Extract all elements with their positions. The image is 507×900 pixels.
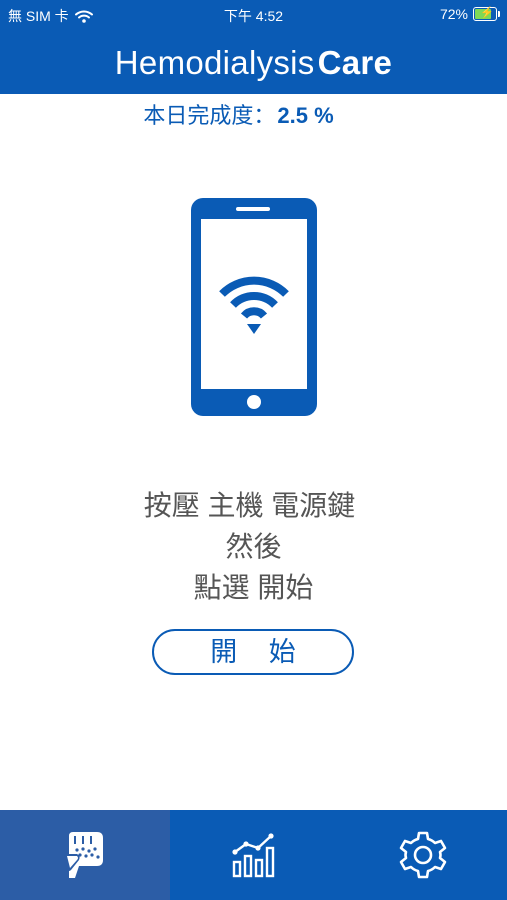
title-bold: Care	[317, 44, 393, 81]
instruction-line-1: 按壓 主機 電源鍵	[143, 490, 356, 521]
daily-progress: 本日完成度：2.5 %	[0, 98, 477, 130]
title-regular: Hemodialysis	[114, 44, 315, 81]
progress-value: 2.5 %	[277, 103, 334, 128]
instruction-line-2: 然後	[225, 531, 282, 562]
tab-settings[interactable]	[338, 810, 507, 900]
start-button[interactable]: 開 始	[152, 629, 354, 675]
instructions: 按壓 主機 電源鍵 然後 點選 開始	[0, 485, 507, 608]
instruction-line-3: 點選 開始	[193, 572, 314, 603]
status-right: 72% ⚡	[439, 6, 500, 22]
header: 無 SIM 卡 下午 4:52 72% ⚡ HemodialysisCare	[0, 0, 507, 94]
battery-icon: ⚡	[473, 7, 500, 21]
tab-exercise[interactable]	[0, 810, 170, 900]
tab-statistics[interactable]	[170, 810, 338, 900]
gear-icon	[399, 831, 446, 879]
phone-wifi-illustration	[191, 198, 317, 416]
app-screen: 無 SIM 卡 下午 4:52 72% ⚡ HemodialysisCare 本…	[0, 0, 507, 900]
app-title: HemodialysisCare	[0, 44, 507, 82]
tab-bar	[0, 810, 507, 900]
fist-icon	[64, 832, 103, 878]
bar-chart-icon	[232, 833, 275, 878]
battery-percent: 72%	[439, 6, 468, 22]
progress-label: 本日完成度：	[143, 103, 276, 128]
status-time: 下午 4:52	[223, 8, 284, 24]
status-bar: 無 SIM 卡 下午 4:52 72% ⚡	[0, 0, 507, 28]
